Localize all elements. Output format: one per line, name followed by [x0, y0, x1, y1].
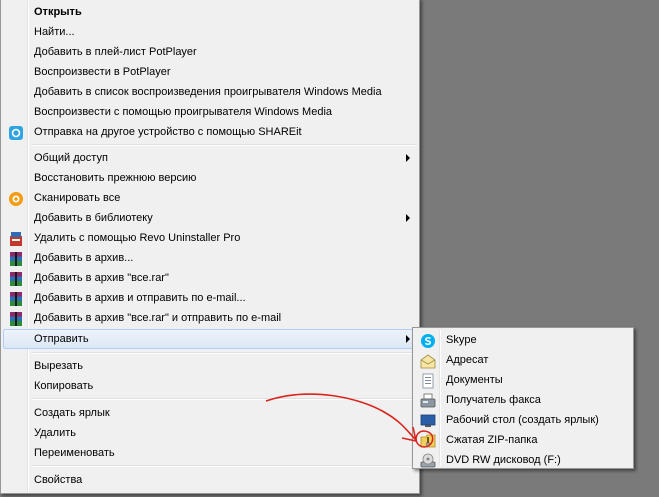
menu-separator [31, 144, 417, 146]
menu-item-archive-rar-email[interactable]: Добавить в архив "все.rar" и отправить п… [3, 308, 417, 328]
skype-icon [421, 334, 435, 348]
menu-item-add-archive-rar[interactable]: Добавить в архив "все.rar" [3, 268, 417, 288]
menu-item-add-archive[interactable]: Добавить в архив... [3, 248, 417, 268]
menu-item-label: Skype [446, 334, 477, 346]
menu-item-properties[interactable]: Свойства [3, 470, 417, 490]
winrar-icon [10, 292, 22, 306]
menu-item-delete[interactable]: Удалить [3, 423, 417, 443]
send-to-dvd-drive[interactable]: DVD RW дисковод (F:) [415, 450, 631, 470]
submenu-arrow-icon [406, 214, 410, 222]
send-to-zip-folder[interactable]: Сжатая ZIP-папка [415, 430, 631, 450]
zip-folder-icon [420, 434, 436, 448]
menu-item-restore-version[interactable]: Восстановить прежнюю версию [3, 168, 417, 188]
send-to-desktop[interactable]: Рабочий стол (создать ярлык) [415, 410, 631, 430]
menu-item-label: Добавить в плей-лист PotPlayer [34, 46, 197, 58]
menu-item-label: Добавить в библиотеку [34, 212, 153, 224]
send-to-fax[interactable]: Получатель факса [415, 390, 631, 410]
menu-item-label: Сжатая ZIP-папка [446, 434, 538, 446]
menu-item-label: Воспроизвести с помощью проигрывателя Wi… [34, 106, 333, 118]
winrar-icon [10, 272, 22, 286]
menu-item-play-wmp[interactable]: Воспроизвести с помощью проигрывателя Wi… [3, 102, 417, 122]
context-menu: Открыть Найти... Добавить в плей-лист Po… [0, 0, 420, 494]
menu-item-rename[interactable]: Переименовать [3, 443, 417, 463]
shareit-icon [9, 126, 23, 140]
menu-item-add-potplayer-playlist[interactable]: Добавить в плей-лист PotPlayer [3, 42, 417, 62]
menu-item-label: Добавить в список воспроизведения проигр… [34, 86, 382, 98]
menu-item-label: Воспроизвести в PotPlayer [34, 66, 171, 78]
menu-item-label: Свойства [34, 474, 83, 486]
menu-item-label: Восстановить прежнюю версию [34, 172, 197, 184]
menu-item-revo-uninstall[interactable]: Удалить с помощью Revo Uninstaller Pro [3, 228, 417, 248]
menu-item-archive-email[interactable]: Добавить в архив и отправить по e-mail..… [3, 288, 417, 308]
menu-item-cut[interactable]: Вырезать [3, 356, 417, 376]
menu-item-add-wmp-list[interactable]: Добавить в список воспроизведения проигр… [3, 82, 417, 102]
menu-item-label: Добавить в архив... [34, 252, 134, 264]
menu-item-label: Найти... [34, 26, 75, 38]
send-to-skype[interactable]: Skype [415, 330, 631, 350]
desktop-icon [420, 414, 436, 427]
menu-item-play-potplayer[interactable]: Воспроизвести в PotPlayer [3, 62, 417, 82]
send-to-submenu: Skype Адресат Документы Получатель факса… [412, 327, 634, 469]
menu-item-label: Добавить в архив "все.rar" и отправить п… [34, 312, 282, 324]
send-to-mail-recipient[interactable]: Адресат [415, 350, 631, 370]
menu-item-create-shortcut[interactable]: Создать ярлык [3, 403, 417, 423]
menu-item-copy[interactable]: Копировать [3, 376, 417, 396]
menu-separator [31, 352, 417, 354]
menu-item-label: Отправка на другое устройство с помощью … [34, 126, 302, 138]
menu-item-sharing[interactable]: Общий доступ [3, 148, 417, 168]
menu-item-label: Добавить в архив "все.rar" [34, 272, 169, 284]
fax-icon [420, 393, 436, 408]
menu-item-scan-all[interactable]: Сканировать все [3, 188, 417, 208]
menu-item-label: Удалить [34, 427, 76, 439]
menu-item-label: Переименовать [34, 447, 115, 459]
menu-item-label: Адресат [446, 354, 489, 366]
send-to-documents[interactable]: Документы [415, 370, 631, 390]
menu-item-open[interactable]: Открыть [3, 2, 417, 22]
menu-item-label: Получатель факса [446, 394, 541, 406]
menu-item-shareit[interactable]: Отправка на другое устройство с помощью … [3, 122, 417, 142]
menu-separator [31, 398, 417, 400]
mail-recipient-icon [420, 354, 436, 369]
revo-uninstaller-icon [10, 232, 22, 246]
menu-item-label: Удалить с помощью Revo Uninstaller Pro [34, 232, 241, 244]
menu-item-label: Отправить [34, 333, 89, 345]
menu-item-label: DVD RW дисковод (F:) [446, 454, 561, 466]
menu-item-label: Сканировать все [34, 192, 121, 204]
winrar-icon [10, 312, 22, 326]
menu-item-add-library[interactable]: Добавить в библиотеку [3, 208, 417, 228]
antivirus-scan-icon [9, 192, 23, 206]
menu-item-label: Вырезать [34, 360, 83, 372]
documents-icon [422, 373, 434, 389]
menu-item-label: Добавить в архив и отправить по e-mail..… [34, 292, 246, 304]
submenu-arrow-icon [406, 335, 410, 343]
menu-item-label: Общий доступ [34, 152, 108, 164]
dvd-drive-icon [420, 453, 436, 468]
menu-item-label: Копировать [34, 380, 94, 392]
menu-separator [31, 465, 417, 467]
menu-item-find[interactable]: Найти... [3, 22, 417, 42]
menu-item-label: Документы [446, 374, 503, 386]
menu-item-send-to[interactable]: Отправить [3, 329, 417, 349]
menu-item-label: Рабочий стол (создать ярлык) [446, 414, 599, 426]
menu-item-label: Создать ярлык [34, 407, 110, 419]
winrar-icon [10, 252, 22, 266]
submenu-arrow-icon [406, 154, 410, 162]
menu-item-label: Открыть [34, 6, 82, 18]
